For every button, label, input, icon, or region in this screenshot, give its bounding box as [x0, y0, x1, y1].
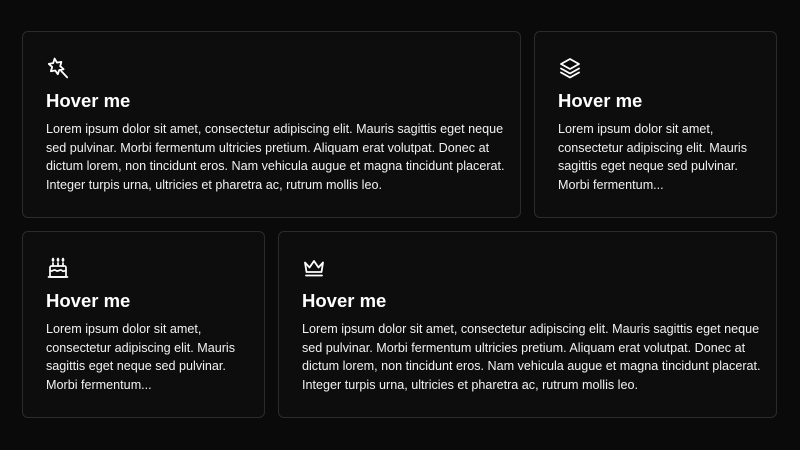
- hover-card-cake[interactable]: Hover me Lorem ipsum dolor sit amet, con…: [22, 231, 265, 418]
- card-title: Hover me: [46, 290, 131, 311]
- crown-icon: [302, 256, 326, 280]
- birthday-cake-icon: [46, 256, 70, 280]
- card-description: Lorem ipsum dolor sit amet, consectetur …: [558, 122, 747, 192]
- hover-card-layers[interactable]: Hover me Lorem ipsum dolor sit amet, con…: [534, 31, 777, 218]
- card-title: Hover me: [46, 90, 131, 111]
- stack-layers-icon: [558, 56, 582, 80]
- card-title: Hover me: [558, 90, 643, 111]
- hover-card-magic[interactable]: Hover me Lorem ipsum dolor sit amet, con…: [22, 31, 521, 218]
- magic-wand-icon: [46, 56, 70, 80]
- card-description: Lorem ipsum dolor sit amet, consectetur …: [302, 322, 761, 392]
- card-description: Lorem ipsum dolor sit amet, consectetur …: [46, 322, 235, 392]
- card-description: Lorem ipsum dolor sit amet, consectetur …: [46, 122, 505, 192]
- hover-card-crown[interactable]: Hover me Lorem ipsum dolor sit amet, con…: [278, 231, 777, 418]
- card-title: Hover me: [302, 290, 387, 311]
